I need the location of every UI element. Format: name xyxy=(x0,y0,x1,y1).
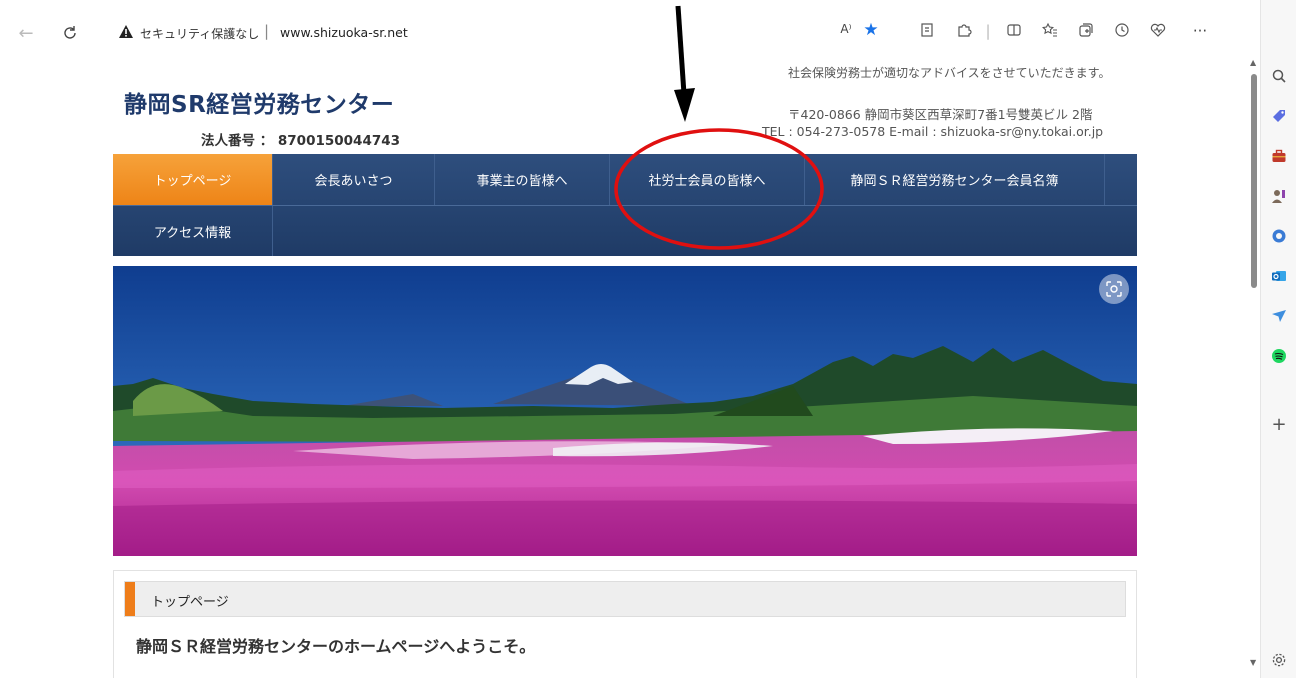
scroll-down-arrow-icon[interactable]: ▼ xyxy=(1250,658,1256,667)
collections-icon[interactable] xyxy=(1076,22,1096,42)
url-text[interactable]: www.shizuoka-sr.net xyxy=(280,25,408,40)
section-header: トップページ xyxy=(124,581,1126,617)
top-page-section: トップページ 静岡ＳＲ経営労務センターのホームページへようこそ。 xyxy=(113,570,1137,678)
address-separator: | xyxy=(264,22,270,40)
search-icon[interactable] xyxy=(1269,66,1289,86)
nav-item-access[interactable]: アクセス情報 xyxy=(113,206,273,256)
section-accent-bar xyxy=(125,582,135,616)
section-title: トップページ xyxy=(151,595,229,610)
welcome-heading: 静岡ＳＲ経営労務センターのホームページへようこそ。 xyxy=(136,637,536,656)
corporate-number: 法人番号 ： 8700150044743 xyxy=(201,133,401,149)
warning-icon[interactable] xyxy=(118,24,134,40)
site-title[interactable]: 静岡SR経営労務センター xyxy=(124,85,394,119)
nav-item-top-page[interactable]: トップページ xyxy=(113,154,273,205)
history-icon[interactable] xyxy=(1112,22,1132,42)
settings-icon[interactable] xyxy=(1269,650,1289,670)
browser-essentials-icon[interactable] xyxy=(1148,22,1168,42)
hero-image xyxy=(113,266,1137,556)
back-icon[interactable]: ← xyxy=(14,21,38,45)
copilot-sidebar-icon[interactable] xyxy=(1269,226,1289,246)
header-tagline: 社会保険労務士が適切なアドバイスをさせていただきます。 xyxy=(788,66,1111,80)
visual-search-icon xyxy=(1106,281,1122,297)
outlook-icon[interactable] xyxy=(1269,266,1289,286)
postal-address: 〒420-0866 静岡市葵区西草深町7番1号雙英ビル 2階 xyxy=(788,107,1093,122)
scrollbar-thumb[interactable] xyxy=(1251,74,1257,288)
nav-item-greeting[interactable]: 会長あいさつ xyxy=(273,154,435,205)
split-screen-icon[interactable] xyxy=(1004,22,1024,42)
send-icon[interactable] xyxy=(1269,306,1289,326)
annotation-arrow-icon xyxy=(674,5,695,122)
toolbar-divider: | xyxy=(985,22,991,40)
extension-icon[interactable] xyxy=(918,22,938,42)
tag-icon[interactable] xyxy=(1269,106,1289,126)
more-menu-icon[interactable]: ··· xyxy=(1190,22,1210,40)
spotify-icon[interactable] xyxy=(1269,346,1289,366)
mount-fuji-phlox-photo xyxy=(113,266,1137,556)
refresh-icon[interactable] xyxy=(58,21,82,45)
edge-sidebar: + xyxy=(1260,0,1296,678)
page-scrollbar[interactable]: ▲ ▼ xyxy=(1248,50,1260,678)
read-aloud-icon[interactable]: A⁾ xyxy=(836,22,856,36)
briefcase-icon[interactable] xyxy=(1269,146,1289,166)
nav-item-employers[interactable]: 事業主の皆様へ xyxy=(435,154,610,205)
browser-toolbar: ← セキュリティ保護なし | www.shizuoka-sr.net A⁾ ★ … xyxy=(0,0,1296,50)
visual-search-button[interactable] xyxy=(1099,274,1129,304)
security-status-label: セキュリティ保護なし xyxy=(140,27,260,41)
annotation-circle xyxy=(614,128,824,250)
add-icon[interactable]: + xyxy=(1269,414,1289,435)
nav-item-member-directory[interactable]: 静岡ＳＲ経営労務センター会員名簿 xyxy=(805,154,1105,205)
games-icon[interactable] xyxy=(1269,186,1289,206)
puzzle-icon[interactable] xyxy=(954,22,974,42)
favorites-icon[interactable] xyxy=(1040,22,1060,42)
scroll-up-arrow-icon[interactable]: ▲ xyxy=(1250,58,1256,67)
favorite-star-icon[interactable]: ★ xyxy=(861,20,881,40)
